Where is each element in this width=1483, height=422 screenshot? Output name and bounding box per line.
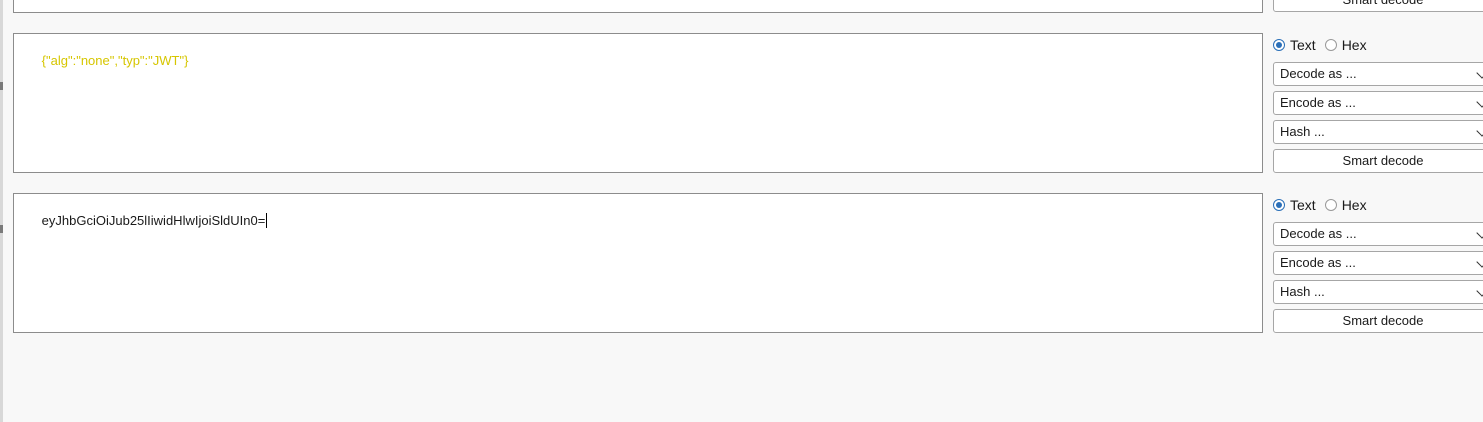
chevron-down-icon <box>1476 96 1483 108</box>
hex-mode-radio[interactable]: Hex <box>1324 197 1367 213</box>
smart-decode-button[interactable]: Smart decode <box>1273 0 1483 12</box>
text-mode-radio[interactable]: Text <box>1273 197 1316 213</box>
chevron-down-icon <box>1476 285 1483 297</box>
decoder-panel-1: {"alg":"none","typ":"JWT"} Text Hex Deco… <box>13 33 1483 173</box>
hash-label: Hash ... <box>1280 284 1325 299</box>
text-cursor <box>266 213 268 228</box>
radio-unchecked-icon <box>1324 39 1337 51</box>
decoder-controls: Text Hex Decode as ... Encode as ... Has… <box>1273 193 1483 333</box>
encode-as-dropdown[interactable]: Encode as ... <box>1273 91 1483 115</box>
display-mode-radio-group: Text Hex <box>1273 34 1376 56</box>
decode-as-label: Decode as ... <box>1280 66 1357 81</box>
hex-mode-label: Hex <box>1341 197 1367 213</box>
chevron-down-icon <box>1476 125 1483 137</box>
decoder-text-area[interactable]: {"alg":"none","typ":"JWT"} <box>13 33 1263 173</box>
decoder-text-area[interactable] <box>13 0 1263 13</box>
display-mode-radio-group: Text Hex <box>1273 194 1376 216</box>
left-window-edge <box>0 0 3 422</box>
hash-dropdown[interactable]: Hash ... <box>1273 120 1483 144</box>
decode-as-dropdown[interactable]: Decode as ... <box>1273 62 1483 86</box>
decoder-text-area[interactable]: eyJhbGciOiJub25lIiwidHlwIjoiSldUIn0= <box>13 193 1263 333</box>
smart-decode-button[interactable]: Smart decode <box>1273 309 1483 333</box>
decode-as-dropdown[interactable]: Decode as ... <box>1273 222 1483 246</box>
radio-unchecked-icon <box>1324 199 1337 211</box>
radio-checked-icon <box>1273 39 1285 51</box>
encode-as-label: Encode as ... <box>1280 255 1356 270</box>
text-mode-label: Text <box>1290 197 1316 213</box>
chevron-down-icon <box>1476 256 1483 268</box>
text-mode-radio[interactable]: Text <box>1273 37 1316 53</box>
decoder-controls: Text Hex Decode as ... Encode as ... Has… <box>1273 33 1483 173</box>
hex-mode-label: Hex <box>1341 37 1367 53</box>
decoder-panel-partial: Smart decode <box>13 0 1483 13</box>
encode-as-label: Encode as ... <box>1280 95 1356 110</box>
decode-as-label: Decode as ... <box>1280 226 1357 241</box>
radio-checked-icon <box>1273 199 1285 211</box>
edge-mark <box>0 82 3 90</box>
encoded-base64-text: eyJhbGciOiJub25lIiwidHlwIjoiSldUIn0= <box>41 213 266 228</box>
hash-dropdown[interactable]: Hash ... <box>1273 280 1483 304</box>
edge-mark <box>0 225 3 233</box>
encode-as-dropdown[interactable]: Encode as ... <box>1273 251 1483 275</box>
chevron-down-icon <box>1476 227 1483 239</box>
decoded-json-text: {"alg":"none","typ":"JWT"} <box>41 53 189 68</box>
hex-mode-radio[interactable]: Hex <box>1324 37 1367 53</box>
text-mode-label: Text <box>1290 37 1316 53</box>
chevron-down-icon <box>1476 67 1483 79</box>
decoder-window: Smart decode {"alg":"none","typ":"JWT"} … <box>0 0 1483 422</box>
hash-label: Hash ... <box>1280 124 1325 139</box>
decoder-panel-2: eyJhbGciOiJub25lIiwidHlwIjoiSldUIn0= Tex… <box>13 193 1483 333</box>
smart-decode-button[interactable]: Smart decode <box>1273 149 1483 173</box>
